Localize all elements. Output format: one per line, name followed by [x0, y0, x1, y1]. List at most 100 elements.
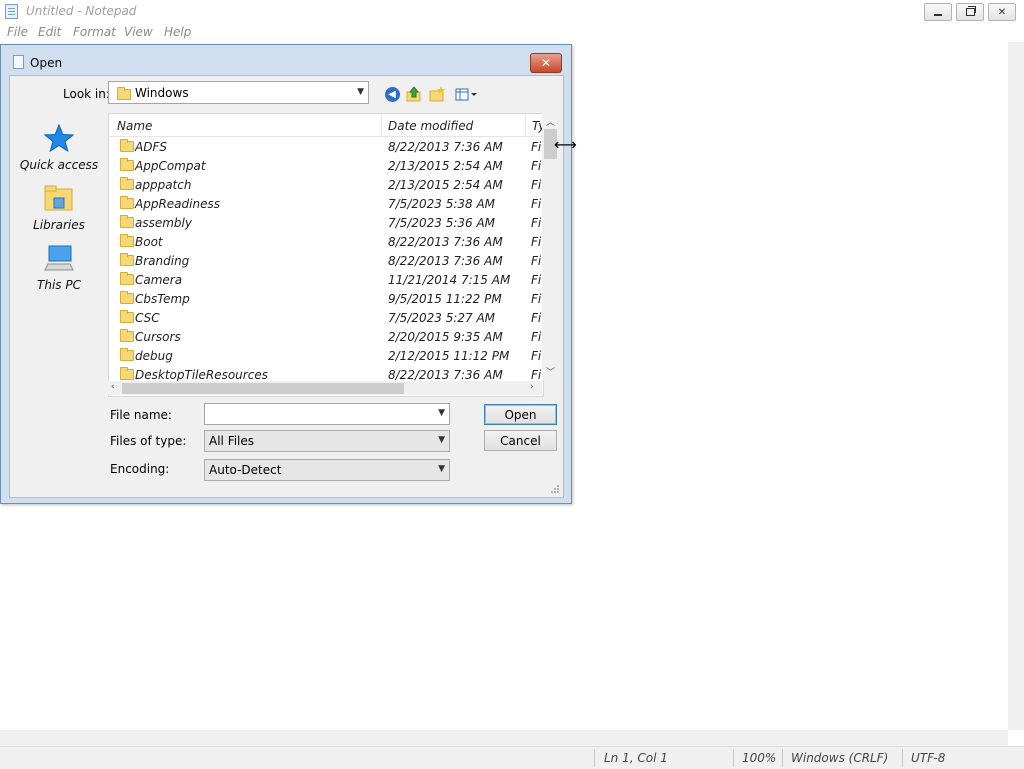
folder-icon — [120, 272, 134, 285]
document-icon — [13, 55, 24, 69]
file-date-modified: 9/5/2015 11:22 PM — [388, 292, 502, 306]
file-list-row[interactable]: debug 2/12/2015 11:12 PM Fi — [109, 346, 543, 365]
folder-icon — [117, 87, 131, 100]
file-name: Camera — [135, 273, 183, 287]
file-name-label: File name: — [110, 408, 172, 422]
file-list-row[interactable]: ADFS 8/22/2013 7:36 AM Fi — [109, 137, 543, 156]
new-folder-icon — [429, 86, 445, 102]
file-list-row[interactable]: CSC 7/5/2023 5:27 AM Fi — [109, 308, 543, 327]
file-list-horizontal-scrollbar[interactable]: ‹ › — [108, 381, 542, 395]
encoding-select[interactable]: Auto-Detect ▼ — [204, 459, 450, 481]
folder-icon — [120, 196, 134, 209]
folder-icon — [120, 158, 134, 171]
file-name: Cursors — [135, 330, 181, 344]
folder-icon — [120, 139, 134, 152]
open-button[interactable]: Open — [484, 404, 557, 425]
up-one-level-button[interactable] — [406, 86, 422, 102]
places-bar: Quick access Libraries This PC — [10, 116, 108, 356]
place-quick-access[interactable]: Quick access — [10, 124, 108, 174]
look-in-value: Windows — [135, 86, 189, 100]
column-header-date[interactable]: Date modified — [388, 119, 473, 133]
folder-icon — [120, 310, 134, 323]
file-list-row[interactable]: AppReadiness 7/5/2023 5:38 AM Fi — [109, 194, 543, 213]
file-name: apppatch — [135, 178, 192, 192]
editor-horizontal-scrollbar[interactable] — [0, 730, 1008, 746]
dialog-title: Open — [30, 56, 63, 70]
file-name: AppReadiness — [135, 197, 220, 211]
file-date-modified: 7/5/2023 5:27 AM — [388, 311, 496, 325]
menu-help[interactable]: Help — [164, 25, 191, 39]
folder-icon — [120, 177, 134, 190]
star-icon — [44, 124, 74, 152]
column-divider[interactable] — [381, 114, 382, 136]
scroll-right-icon[interactable]: › — [530, 382, 534, 392]
encoding-value: Auto-Detect — [209, 463, 282, 477]
column-header-name[interactable]: Name — [117, 119, 152, 133]
cancel-button[interactable]: Cancel — [484, 430, 557, 451]
file-date-modified: 2/13/2015 2:54 AM — [388, 159, 503, 173]
chevron-down-icon[interactable]: ▼ — [438, 408, 445, 418]
file-name: AppCompat — [135, 159, 206, 173]
file-list[interactable]: ^ Name Date modified Ty ADFS 8/22/2013 7:… — [108, 113, 544, 397]
status-bar: Ln 1, Col 1 100% Windows (CRLF) UTF-8 — [0, 746, 1024, 769]
file-date-modified: 2/13/2015 2:54 AM — [388, 178, 503, 192]
this-pc-label: This PC — [37, 278, 81, 292]
status-separator — [733, 749, 734, 767]
quick-access-label: Quick access — [19, 158, 99, 172]
file-date-modified: 11/21/2014 7:15 AM — [388, 273, 511, 287]
cursor-position: Ln 1, Col 1 — [604, 751, 668, 765]
scroll-up-icon[interactable]: ︿ — [546, 115, 555, 128]
folder-icon — [120, 234, 134, 247]
file-list-row[interactable]: assembly 7/5/2023 5:36 AM Fi — [109, 213, 543, 232]
folder-icon — [120, 291, 134, 304]
scroll-down-icon[interactable]: ﹀ — [546, 365, 555, 378]
dialog-close-button[interactable]: ✕ — [530, 53, 562, 73]
menu-view[interactable]: View — [124, 25, 153, 39]
menu-format[interactable]: Format — [73, 25, 116, 39]
look-in-combo[interactable]: Windows ▼ — [108, 81, 369, 104]
column-divider[interactable] — [525, 114, 526, 136]
editor-vertical-scrollbar[interactable] — [1008, 42, 1024, 730]
up-folder-icon — [406, 86, 421, 102]
sort-ascending-icon: ^ — [242, 113, 250, 120]
minimize-button[interactable] — [924, 3, 952, 21]
file-list-row[interactable]: apppatch 2/13/2015 2:54 AM Fi — [109, 175, 543, 194]
place-libraries[interactable]: Libraries — [10, 184, 108, 234]
view-menu-button[interactable] — [455, 86, 479, 102]
menu-bar: File Edit Format View Help — [0, 22, 1024, 43]
status-separator — [902, 749, 903, 767]
file-date-modified: 7/5/2023 5:38 AM — [388, 197, 496, 211]
restore-button[interactable] — [956, 3, 984, 21]
scroll-thumb[interactable] — [122, 383, 404, 394]
menu-edit[interactable]: Edit — [38, 25, 61, 39]
file-name: CbsTemp — [135, 292, 190, 306]
scroll-left-icon[interactable]: ‹ — [111, 382, 115, 392]
file-name: debug — [135, 349, 173, 363]
close-window-button[interactable]: ✕ — [988, 3, 1016, 21]
dialog-titlebar[interactable]: Open ✕ — [1, 45, 571, 75]
file-date-modified: 7/5/2023 5:36 AM — [388, 216, 496, 230]
file-name: Boot — [135, 235, 163, 249]
menu-file[interactable]: File — [7, 25, 28, 39]
file-list-row[interactable]: Branding 8/22/2013 7:36 AM Fi — [109, 251, 543, 270]
resize-grip-icon[interactable] — [550, 484, 560, 494]
file-date-modified: 8/22/2013 7:36 AM — [388, 140, 503, 154]
file-list-row[interactable]: AppCompat 2/13/2015 2:54 AM Fi — [109, 156, 543, 175]
file-list-row[interactable]: Camera 11/21/2014 7:15 AM Fi — [109, 270, 543, 289]
back-button[interactable]: ◀ — [384, 86, 400, 102]
new-folder-button[interactable] — [429, 86, 445, 102]
file-list-row[interactable]: Cursors 2/20/2015 9:35 AM Fi — [109, 327, 543, 346]
encoding-label: Encoding: — [110, 462, 170, 476]
open-dialog: Open ✕ Look in: Windows ▼ ◀ Quick access… — [0, 44, 572, 504]
file-list-row[interactable]: CbsTemp 9/5/2015 11:22 PM Fi — [109, 289, 543, 308]
file-name-input[interactable]: ▼ — [204, 403, 450, 425]
files-of-type-label: Files of type: — [110, 434, 187, 448]
file-encoding: UTF-8 — [911, 751, 946, 765]
chevron-down-icon: ▼ — [357, 87, 364, 97]
file-list-row[interactable]: Boot 8/22/2013 7:36 AM Fi — [109, 232, 543, 251]
files-of-type-select[interactable]: All Files ▼ — [204, 430, 450, 452]
place-this-pc[interactable]: This PC — [10, 244, 108, 294]
close-icon: ✕ — [997, 6, 1007, 18]
folder-icon — [120, 215, 134, 228]
horizontal-resize-cursor-icon: ⟷ — [554, 135, 577, 154]
